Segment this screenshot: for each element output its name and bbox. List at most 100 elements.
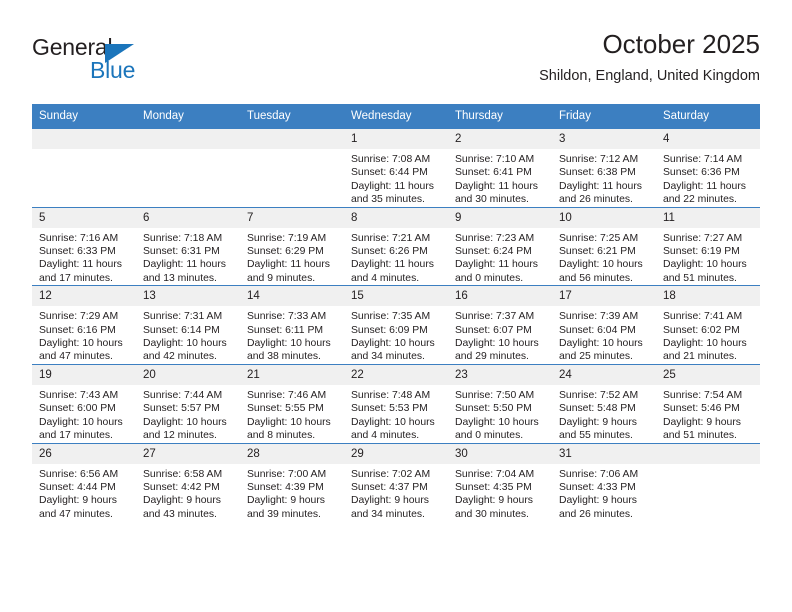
sunrise-text: Sunrise: 7:43 AM xyxy=(39,389,119,401)
daylight-text-line2: and 13 minutes. xyxy=(143,272,217,284)
calendar-day-cell[interactable]: 2 Sunrise: 7:10 AM Sunset: 6:41 PM Daylight… xyxy=(448,129,552,207)
general-blue-logo[interactable]: General Blue xyxy=(32,34,212,92)
day-number: 30 xyxy=(448,443,552,464)
calendar-day-cell[interactable]: 15 Sunrise: 7:35 AM Sunset: 6:09 PM Dayligh… xyxy=(344,285,448,365)
daylight-text-line2: and 30 minutes. xyxy=(455,508,529,520)
calendar-day-cell[interactable]: 24 Sunrise: 7:52 AM Sunset: 5:48 PM Dayligh… xyxy=(552,363,656,443)
sunset-text: Sunset: 6:00 PM xyxy=(39,403,116,415)
sunset-text: Sunset: 5:46 PM xyxy=(663,403,740,415)
day-number: 9 xyxy=(448,207,552,228)
day-details: Sunrise: 7:06 AM Sunset: 4:33 PM Daylight:… xyxy=(552,464,656,522)
day-number: 23 xyxy=(448,364,552,385)
day-details: Sunrise: 7:18 AM Sunset: 6:31 PM Daylight:… xyxy=(136,228,240,286)
calendar-day-cell-empty xyxy=(656,442,760,522)
daylight-text-line1: Daylight: 10 hours xyxy=(663,338,747,350)
day-details: Sunrise: 7:25 AM Sunset: 6:21 PM Daylight:… xyxy=(552,228,656,286)
daylight-text-line2: and 26 minutes. xyxy=(559,194,633,206)
calendar-day-cell[interactable]: 23 Sunrise: 7:50 AM Sunset: 5:50 PM Dayligh… xyxy=(448,363,552,443)
calendar-day-cell[interactable]: 25 Sunrise: 7:54 AM Sunset: 5:46 PM Dayligh… xyxy=(656,363,760,443)
day-details: Sunrise: 7:14 AM Sunset: 6:36 PM Daylight:… xyxy=(656,149,760,207)
daylight-text-line2: and 34 minutes. xyxy=(351,508,425,520)
calendar-day-cell[interactable]: 13 Sunrise: 7:31 AM Sunset: 6:14 PM Dayligh… xyxy=(136,285,240,365)
day-details: Sunrise: 7:08 AM Sunset: 6:44 PM Daylight:… xyxy=(344,149,448,207)
day-number: 19 xyxy=(32,364,136,385)
sunrise-text: Sunrise: 7:50 AM xyxy=(455,389,535,401)
calendar-day-cell[interactable]: 7 Sunrise: 7:19 AM Sunset: 6:29 PM Daylight… xyxy=(240,206,344,286)
daylight-text-line1: Daylight: 10 hours xyxy=(39,338,123,350)
calendar-day-cell[interactable]: 10 Sunrise: 7:25 AM Sunset: 6:21 PM Dayligh… xyxy=(552,206,656,286)
daylight-text-line2: and 22 minutes. xyxy=(663,194,737,206)
day-details: Sunrise: 7:29 AM Sunset: 6:16 PM Daylight:… xyxy=(32,306,136,364)
daylight-text-line2: and 9 minutes. xyxy=(247,272,316,284)
daylight-text-line2: and 25 minutes. xyxy=(559,351,633,363)
sunset-text: Sunset: 6:07 PM xyxy=(455,324,532,336)
sunrise-text: Sunrise: 7:16 AM xyxy=(39,232,119,244)
daylight-text-line1: Daylight: 11 hours xyxy=(247,259,330,271)
daylight-text-line1: Daylight: 10 hours xyxy=(143,338,227,350)
calendar-day-cell[interactable]: 16 Sunrise: 7:37 AM Sunset: 6:07 PM Dayligh… xyxy=(448,285,552,365)
day-number: 15 xyxy=(344,286,448,307)
calendar-day-cell[interactable]: 12 Sunrise: 7:29 AM Sunset: 6:16 PM Dayligh… xyxy=(32,285,136,365)
sunrise-text: Sunrise: 7:00 AM xyxy=(247,468,327,480)
calendar-day-cell[interactable]: 11 Sunrise: 7:27 AM Sunset: 6:19 PM Dayligh… xyxy=(656,206,760,286)
calendar-day-cell[interactable]: 8 Sunrise: 7:21 AM Sunset: 6:26 PM Daylight… xyxy=(344,206,448,286)
sunset-text: Sunset: 4:42 PM xyxy=(143,481,220,493)
daylight-text-line2: and 51 minutes. xyxy=(663,272,737,284)
weekday-header-saturday: Saturday xyxy=(656,104,760,129)
day-details: Sunrise: 7:50 AM Sunset: 5:50 PM Daylight:… xyxy=(448,385,552,443)
sunrise-text: Sunrise: 7:23 AM xyxy=(455,232,535,244)
daylight-text-line2: and 26 minutes. xyxy=(559,508,633,520)
calendar-day-cell[interactable]: 21 Sunrise: 7:46 AM Sunset: 5:55 PM Dayligh… xyxy=(240,363,344,443)
daylight-text-line2: and 0 minutes. xyxy=(455,430,524,442)
calendar-day-cell[interactable]: 27 Sunrise: 6:58 AM Sunset: 4:42 PM Dayligh… xyxy=(136,442,240,522)
day-number: 7 xyxy=(240,207,344,228)
day-number: 26 xyxy=(32,443,136,464)
day-number: 6 xyxy=(136,207,240,228)
sunrise-text: Sunrise: 7:06 AM xyxy=(559,468,639,480)
day-details: Sunrise: 7:43 AM Sunset: 6:00 PM Daylight:… xyxy=(32,385,136,443)
weekday-header-sunday: Sunday xyxy=(32,104,136,129)
calendar-day-cell-empty xyxy=(32,129,136,207)
daylight-text-line1: Daylight: 11 hours xyxy=(143,259,226,271)
daylight-text-line2: and 39 minutes. xyxy=(247,508,321,520)
calendar-day-cell[interactable]: 3 Sunrise: 7:12 AM Sunset: 6:38 PM Daylight… xyxy=(552,129,656,207)
daylight-text-line1: Daylight: 9 hours xyxy=(39,495,117,507)
day-details: Sunrise: 7:16 AM Sunset: 6:33 PM Daylight:… xyxy=(32,228,136,286)
calendar-day-cell[interactable]: 17 Sunrise: 7:39 AM Sunset: 6:04 PM Dayligh… xyxy=(552,285,656,365)
calendar-day-cell[interactable]: 28 Sunrise: 7:00 AM Sunset: 4:39 PM Dayligh… xyxy=(240,442,344,522)
sunset-text: Sunset: 4:35 PM xyxy=(455,481,532,493)
sunset-text: Sunset: 5:55 PM xyxy=(247,403,324,415)
calendar-day-cell[interactable]: 19 Sunrise: 7:43 AM Sunset: 6:00 PM Dayligh… xyxy=(32,363,136,443)
calendar-day-cell[interactable]: 1 Sunrise: 7:08 AM Sunset: 6:44 PM Daylight… xyxy=(344,129,448,207)
calendar-day-cell[interactable]: 30 Sunrise: 7:04 AM Sunset: 4:35 PM Dayligh… xyxy=(448,442,552,522)
calendar-day-cell[interactable]: 14 Sunrise: 7:33 AM Sunset: 6:11 PM Dayligh… xyxy=(240,285,344,365)
sunrise-text: Sunrise: 7:25 AM xyxy=(559,232,639,244)
sunrise-text: Sunrise: 7:54 AM xyxy=(663,389,743,401)
day-details: Sunrise: 7:48 AM Sunset: 5:53 PM Daylight:… xyxy=(344,385,448,443)
calendar-day-cell[interactable]: 18 Sunrise: 7:41 AM Sunset: 6:02 PM Dayligh… xyxy=(656,285,760,365)
calendar-day-cell[interactable]: 29 Sunrise: 7:02 AM Sunset: 4:37 PM Dayligh… xyxy=(344,442,448,522)
daylight-text-line1: Daylight: 9 hours xyxy=(663,416,741,428)
sunset-text: Sunset: 6:09 PM xyxy=(351,324,428,336)
weekday-header-tuesday: Tuesday xyxy=(240,104,344,129)
daylight-text-line2: and 47 minutes. xyxy=(39,508,113,520)
calendar-day-cell[interactable]: 20 Sunrise: 7:44 AM Sunset: 5:57 PM Dayligh… xyxy=(136,363,240,443)
daylight-text-line1: Daylight: 11 hours xyxy=(663,180,746,192)
calendar-day-cell[interactable]: 5 Sunrise: 7:16 AM Sunset: 6:33 PM Daylight… xyxy=(32,206,136,286)
daylight-text-line1: Daylight: 10 hours xyxy=(351,338,435,350)
day-details: Sunrise: 7:54 AM Sunset: 5:46 PM Daylight:… xyxy=(656,385,760,443)
daylight-text-line2: and 51 minutes. xyxy=(663,430,737,442)
day-details: Sunrise: 7:04 AM Sunset: 4:35 PM Daylight:… xyxy=(448,464,552,522)
daylight-text-line2: and 12 minutes. xyxy=(143,430,217,442)
day-number: 25 xyxy=(656,364,760,385)
calendar-day-cell[interactable]: 22 Sunrise: 7:48 AM Sunset: 5:53 PM Dayligh… xyxy=(344,363,448,443)
calendar-page: General Blue October 2025 Shildon, Engla… xyxy=(0,0,792,612)
calendar-day-cell[interactable]: 31 Sunrise: 7:06 AM Sunset: 4:33 PM Dayligh… xyxy=(552,442,656,522)
calendar-day-cell[interactable]: 4 Sunrise: 7:14 AM Sunset: 6:36 PM Daylight… xyxy=(656,129,760,207)
calendar-day-cell[interactable]: 26 Sunrise: 6:56 AM Sunset: 4:44 PM Dayligh… xyxy=(32,442,136,522)
calendar-day-cell[interactable]: 6 Sunrise: 7:18 AM Sunset: 6:31 PM Daylight… xyxy=(136,206,240,286)
daylight-text-line2: and 4 minutes. xyxy=(351,430,420,442)
calendar-day-cell[interactable]: 9 Sunrise: 7:23 AM Sunset: 6:24 PM Daylight… xyxy=(448,206,552,286)
day-details: Sunrise: 7:02 AM Sunset: 4:37 PM Daylight:… xyxy=(344,464,448,522)
sunrise-text: Sunrise: 7:48 AM xyxy=(351,389,431,401)
